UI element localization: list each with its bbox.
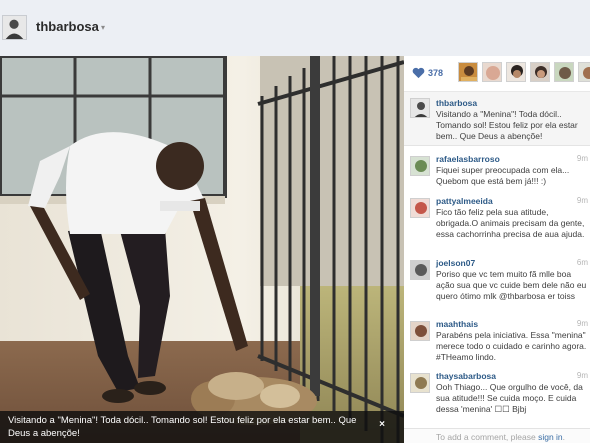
comment-time: 9m [576, 196, 588, 205]
chevron-down-icon[interactable]: ▾ [101, 23, 105, 32]
comment-time: 9m [576, 154, 588, 163]
liker-avatar[interactable] [578, 62, 590, 82]
photo-caption-bar: Visitando a "Menina"! Toda dócil.. Toman… [0, 411, 404, 443]
comment-author[interactable]: thaysabarbosa [436, 371, 496, 381]
sign-in-link[interactable]: sign in [538, 432, 563, 442]
comments-panel: 378 thbarbosa Visitando a "Menina"! Toda… [404, 56, 590, 443]
comment-text: Poriso que vc tem muito fã mlle boa ação… [436, 269, 587, 301]
photo-viewer: Visitando a "Menina"! Toda dócil.. Toman… [0, 56, 404, 443]
comment-author[interactable]: rafaelasbarroso [436, 154, 500, 164]
comment-text: Parabéns pela iniciativa. Essa "menina" … [436, 330, 587, 362]
like-count[interactable]: 378 [428, 68, 443, 78]
liker-avatar[interactable] [506, 62, 526, 82]
post-caption: thbarbosa Visitando a "Menina"! Toda dóc… [404, 92, 590, 146]
comment-time: 9m [576, 371, 588, 380]
add-comment-prompt: To add a comment, please sign in. [436, 432, 565, 442]
comment-item: joelson07 6m Poriso que vc tem muito fã … [404, 258, 590, 318]
header-avatar[interactable] [2, 15, 27, 40]
comment-avatar[interactable] [410, 156, 430, 176]
comment-time: 6m [576, 258, 588, 267]
comment-time: 9m [576, 319, 588, 328]
instagram-photo-page: thbarbosa ▾ Visitando a "Menina"! Toda d… [0, 0, 590, 443]
liker-avatar[interactable] [530, 62, 550, 82]
close-icon[interactable]: × [379, 419, 385, 430]
liker-avatar[interactable] [554, 62, 574, 82]
comment-text: Fico tão feliz pela sua atitude, obrigad… [436, 207, 585, 239]
comment-text: Fiquei super preocupada com ela... Quebo… [436, 165, 570, 186]
comment-author[interactable]: joelson07 [436, 258, 475, 268]
add-comment-suffix: . [562, 432, 566, 442]
header-username[interactable]: thbarbosa [36, 19, 99, 34]
liker-avatar[interactable] [482, 62, 502, 82]
comment-author[interactable]: pattyalmeeida [436, 196, 493, 206]
liker-avatar[interactable] [458, 62, 478, 82]
photo-caption: Visitando a "Menina"! Toda dócil.. Toman… [8, 415, 357, 439]
comment-item: thaysabarbosa 9m Ooh Thiago... Que orgul… [404, 371, 590, 426]
comment-item: pattyalmeeida 9m Fico tão feliz pela sua… [404, 196, 590, 254]
photo-image [0, 56, 404, 443]
comment-avatar[interactable] [410, 198, 430, 218]
comment-avatar[interactable] [410, 321, 430, 341]
heart-icon[interactable] [412, 67, 425, 79]
comment-avatar[interactable] [410, 260, 430, 280]
page-header: thbarbosa ▾ [0, 0, 590, 56]
comment-text: Ooh Thiago... Que orgulho de você, da su… [436, 382, 583, 414]
likes-bar: 378 [404, 56, 590, 92]
comment-avatar[interactable] [410, 373, 430, 393]
comment-author[interactable]: maahthais [436, 319, 478, 329]
post-author[interactable]: thbarbosa [436, 98, 477, 108]
add-comment-area: To add a comment, please sign in. [404, 428, 590, 443]
add-comment-prefix: To add a comment, please [436, 432, 536, 442]
comment-item: maahthais 9m Parabéns pela iniciativa. E… [404, 319, 590, 369]
comment-item: rafaelasbarroso 9m Fiquei super preocupa… [404, 154, 590, 196]
post-author-avatar[interactable] [410, 98, 430, 118]
post-text: Visitando a "Menina"! Toda dócil.. Toman… [436, 109, 578, 141]
